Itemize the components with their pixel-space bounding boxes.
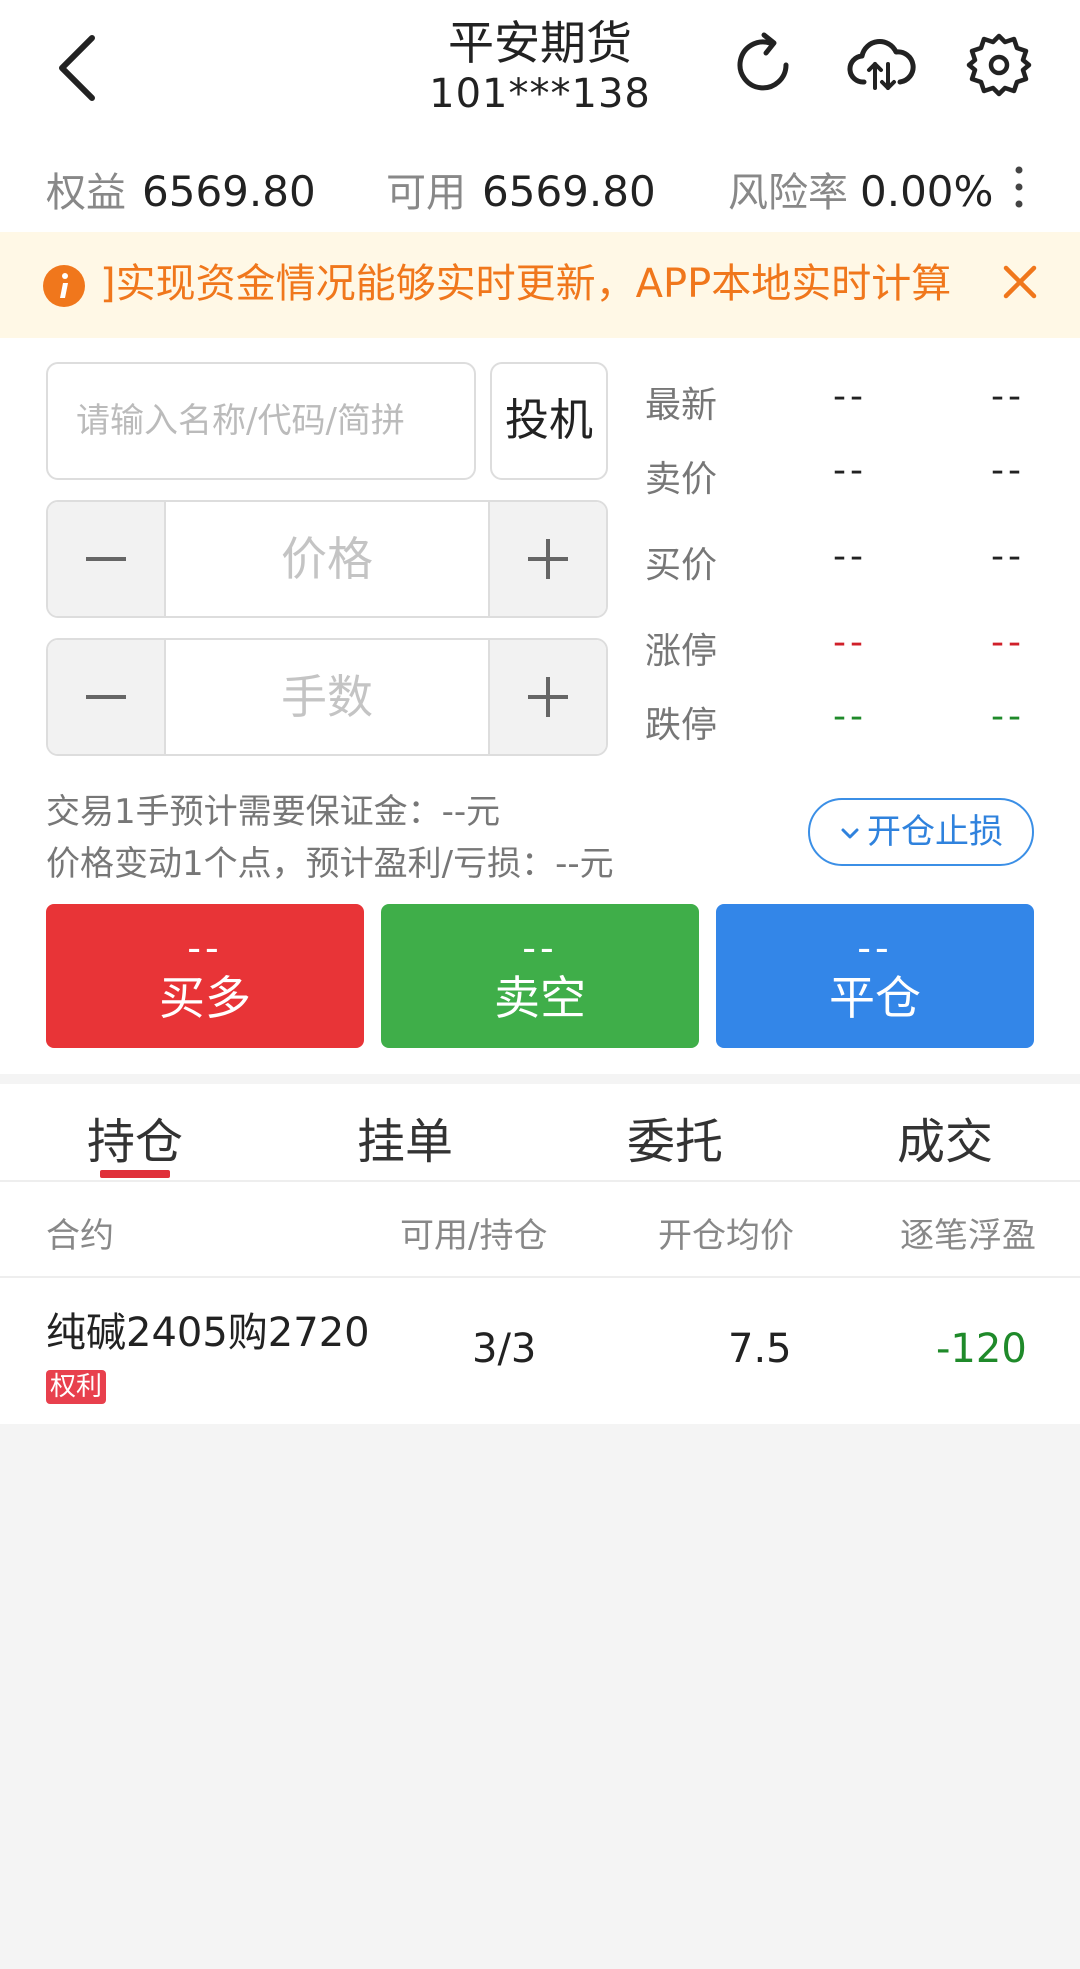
available-label: 可用 xyxy=(386,170,466,216)
quote-value-2: -- xyxy=(991,376,1025,417)
quote-label: 跌停 xyxy=(645,705,718,746)
sell-short-button[interactable]: -- 卖空 xyxy=(381,904,699,1048)
account-number: 101***138 xyxy=(429,71,651,117)
tab-positions[interactable]: 持仓 xyxy=(25,1102,245,1172)
notice-text: ]实现资金情况能够实时更新，APP本地实时计算 xyxy=(100,261,952,307)
quote-value-1: -- xyxy=(833,450,867,491)
buy-label: 买多 xyxy=(159,971,251,1025)
col-available-total: 可用/持仓 xyxy=(400,1216,548,1256)
minus-icon xyxy=(86,695,126,699)
price-stepper: 价格 xyxy=(46,500,608,618)
sell-label: 卖空 xyxy=(494,971,586,1025)
price-plus-button[interactable] xyxy=(488,502,606,616)
col-contract: 合约 xyxy=(46,1216,114,1256)
sell-price: -- xyxy=(522,926,558,970)
tab-pending-orders[interactable]: 挂单 xyxy=(295,1102,515,1172)
quote-row-limit-up: 涨停 -- -- xyxy=(645,622,1045,672)
option-type-badge: 权利 xyxy=(46,1370,107,1404)
equity-item: 权益 6569.80 xyxy=(46,160,316,218)
quote-table: 最新 -- -- 卖价 -- -- 买价 -- -- 涨停 -- -- 跌停 -… xyxy=(645,376,1045,746)
cloud-sync-icon[interactable] xyxy=(846,30,916,100)
quantity-minus-button[interactable] xyxy=(48,640,166,754)
quote-row-latest: 最新 -- -- xyxy=(645,376,1045,426)
notice-banner: ]实现资金情况能够实时更新，APP本地实时计算 xyxy=(0,232,1080,338)
positions-table-header: 合约 可用/持仓 开仓均价 逐笔浮盈 xyxy=(0,1182,1080,1278)
equity-label: 权益 xyxy=(46,170,126,216)
gear-icon[interactable] xyxy=(964,30,1034,100)
info-icon xyxy=(43,265,85,307)
stoploss-button[interactable]: 开仓止损 xyxy=(808,798,1034,866)
col-floating-pnl: 逐笔浮盈 xyxy=(900,1216,1036,1256)
stoploss-label: 开仓止损 xyxy=(867,812,1003,852)
floating-pnl-value: -120 xyxy=(936,1326,1027,1372)
price-minus-button[interactable] xyxy=(48,502,166,616)
contract-name: 纯碱2405购2720 xyxy=(46,1310,370,1356)
quote-value-2: -- xyxy=(991,696,1025,737)
position-tabs: 持仓 挂单 委托 成交 xyxy=(0,1084,1080,1182)
price-input[interactable]: 价格 xyxy=(166,502,488,616)
avg-price-value: 7.5 xyxy=(728,1326,792,1372)
risk-value: 0.00% xyxy=(860,167,994,216)
available-total-value: 3/3 xyxy=(472,1326,537,1372)
buy-long-button[interactable]: -- 买多 xyxy=(46,904,364,1048)
back-arrow-icon[interactable] xyxy=(40,28,120,108)
chevron-down-icon xyxy=(841,828,859,838)
quote-value-1: -- xyxy=(833,376,867,417)
quote-value-1: -- xyxy=(833,622,867,663)
quote-row-ask: 卖价 -- -- xyxy=(645,450,1045,500)
plus-icon xyxy=(528,539,568,579)
quantity-stepper: 手数 xyxy=(46,638,608,756)
refresh-icon[interactable] xyxy=(728,30,798,100)
close-label: 平仓 xyxy=(829,971,921,1025)
available-item: 可用 6569.80 xyxy=(386,160,656,218)
quote-label: 卖价 xyxy=(645,459,718,500)
tab-orders[interactable]: 委托 xyxy=(565,1102,785,1172)
plus-icon xyxy=(528,677,568,717)
close-icon[interactable] xyxy=(1000,262,1040,302)
quote-label: 最新 xyxy=(645,385,718,426)
active-tab-indicator xyxy=(100,1170,170,1178)
quote-value-2: -- xyxy=(991,450,1025,491)
close-price: -- xyxy=(857,926,893,970)
more-vertical-icon[interactable] xyxy=(1004,162,1034,212)
buy-price: -- xyxy=(187,926,223,970)
risk-label: 风险率 xyxy=(728,170,848,216)
equity-value: 6569.80 xyxy=(142,167,316,216)
quote-label: 涨停 xyxy=(645,631,718,672)
quote-value-2: -- xyxy=(991,536,1025,577)
quantity-plus-button[interactable] xyxy=(488,640,606,754)
quote-row-bid: 买价 -- -- xyxy=(645,536,1045,586)
header-bar: 平安期货 101***138 xyxy=(0,0,1080,142)
margin-estimate: 交易1手预计需要保证金：--元 xyxy=(46,792,501,832)
minus-icon xyxy=(86,557,126,561)
quote-label: 买价 xyxy=(645,545,718,586)
available-value: 6569.80 xyxy=(482,167,656,216)
close-position-button[interactable]: -- 平仓 xyxy=(716,904,1034,1048)
quote-value-2: -- xyxy=(991,622,1025,663)
quantity-input[interactable]: 手数 xyxy=(166,640,488,754)
page-title: 平安期货 xyxy=(448,16,632,70)
title-block: 平安期货 101***138 xyxy=(340,14,740,116)
tab-trades[interactable]: 成交 xyxy=(835,1102,1055,1172)
table-row[interactable]: 纯碱2405购2720 权利 3/3 7.5 -120 xyxy=(0,1278,1080,1424)
pnl-estimate: 价格变动1个点，预计盈利/亏损：--元 xyxy=(46,844,614,884)
quote-row-limit-down: 跌停 -- -- xyxy=(645,696,1045,746)
order-panel: 请输入名称/代码/简拼 投机 价格 手数 最新 -- -- 卖价 -- -- 买… xyxy=(0,338,1080,1074)
account-summary: 权益 6569.80 可用 6569.80 风险率 0.00% xyxy=(0,142,1080,232)
risk-item: 风险率 0.00% xyxy=(728,160,993,218)
speculation-type-button[interactable]: 投机 xyxy=(490,362,608,480)
quote-value-1: -- xyxy=(833,536,867,577)
col-avg-price: 开仓均价 xyxy=(658,1216,794,1256)
quote-value-1: -- xyxy=(833,696,867,737)
contract-search-input[interactable]: 请输入名称/代码/简拼 xyxy=(46,362,476,480)
